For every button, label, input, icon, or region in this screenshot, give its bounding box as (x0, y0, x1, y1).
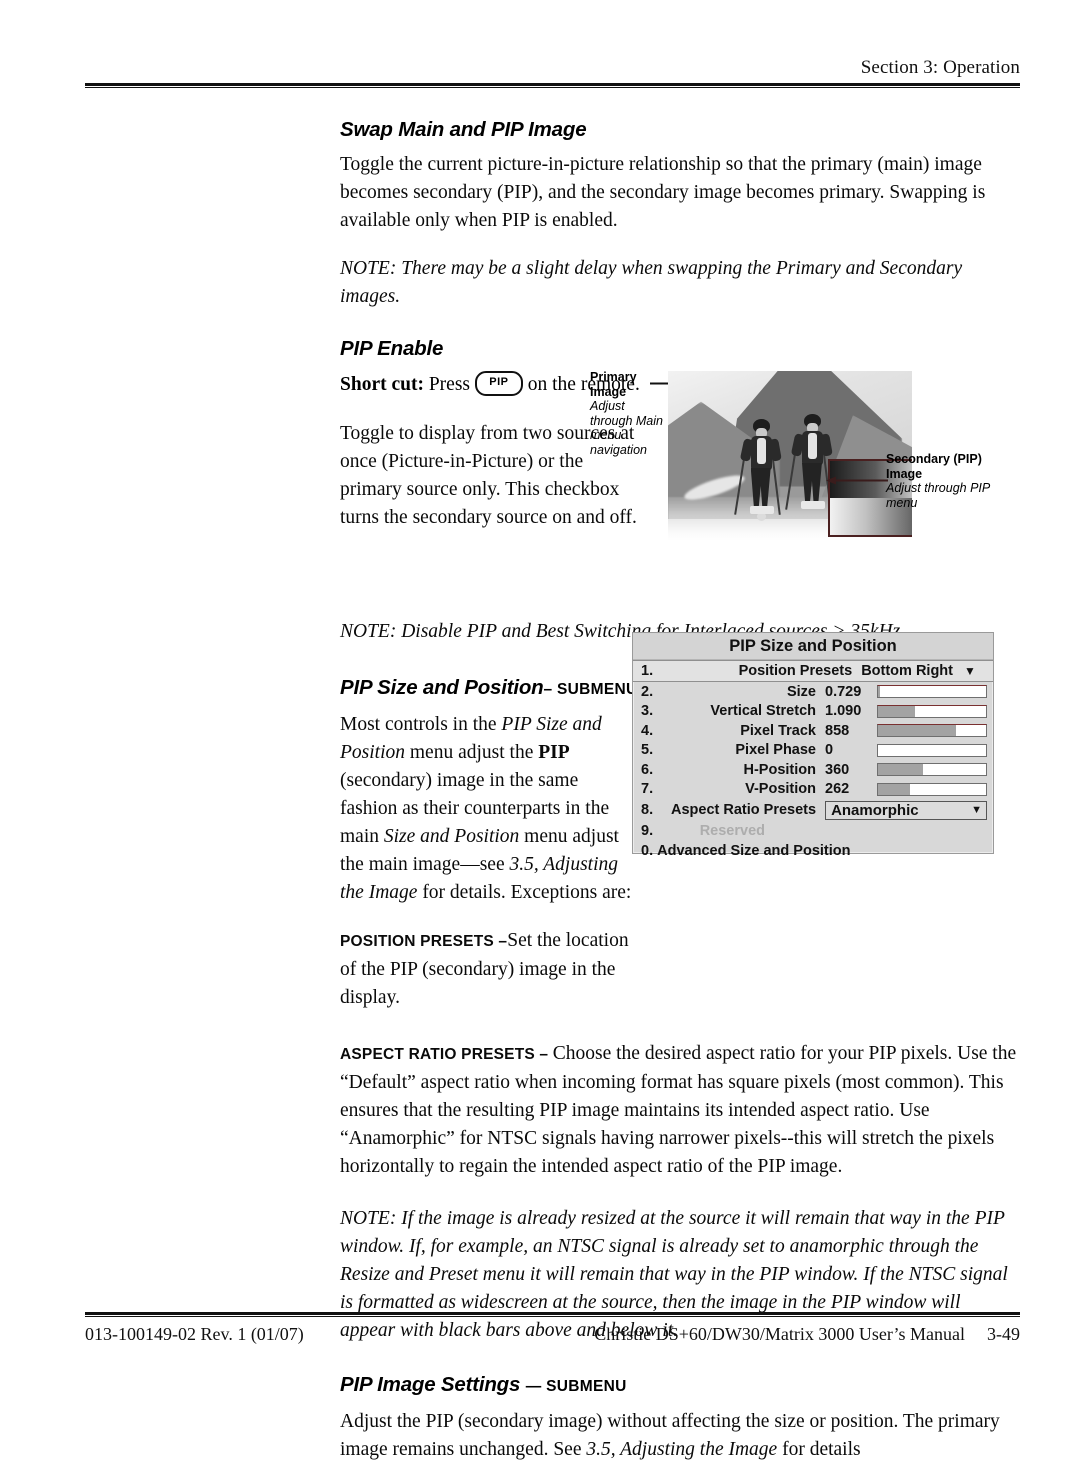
footer-divider (85, 1312, 1020, 1317)
osd-select-value: Anamorphic (831, 801, 919, 819)
pp1a: Most controls in the (340, 714, 502, 735)
figure-label-primary-sub: Adjust through Main menu navigation (590, 399, 663, 457)
arrow-left-icon (826, 476, 888, 485)
pis-b: 3.5, Adjusting the Image (586, 1439, 778, 1460)
osd-pip-size-and-position-menu[interactable]: PIP Size and Position 1. Position Preset… (632, 632, 994, 859)
chevron-down-icon[interactable]: ▼ (971, 804, 982, 816)
osd-row-number: 3. (641, 703, 654, 720)
pp1f: Size and Position (383, 826, 520, 847)
heading-pip-size-and-position-suffix: – SUBMENU (543, 681, 638, 698)
osd-row-label: Advanced Size and Position (657, 843, 851, 859)
paragraph-pip-image-settings: Adjust the PIP (secondary image) without… (340, 1408, 1020, 1464)
osd-row-number: 8. (641, 802, 654, 818)
osd-row-number: 6. (641, 761, 654, 778)
photo-skier-right (785, 413, 833, 510)
heading-swap-main-and-pip-image: Swap Main and PIP Image (340, 118, 587, 141)
heading-pip-image-settings-text: PIP Image Settings (340, 1373, 521, 1396)
document-page: Section 3: Operation Swap Main and PIP I… (0, 0, 1080, 1460)
osd-row-number: 9. (641, 822, 654, 839)
heading-pip-image-settings: PIP Image Settings — SUBMENU (340, 1373, 1020, 1399)
osd-row-vertical-stretch[interactable]: 3. Vertical Stretch 1.090 (633, 702, 993, 722)
pip-remote-key-icon[interactable]: PIP (474, 371, 523, 397)
paragraph-position-presets: POSITION PRESETS –Set the location of th… (340, 927, 632, 1012)
osd-slider-h-position[interactable] (877, 763, 987, 777)
osd-row-label: Vertical Stretch (710, 703, 816, 720)
pip-enable-block: Short cut: Press PIP on the remote. Togg… (340, 370, 1020, 588)
footer-row: 013-100149-02 Rev. 1 (01/07) Christie DS… (85, 1324, 1020, 1345)
osd-row-number: 7. (641, 781, 654, 798)
footer-manual-title: Christie DS+60/DW30/Matrix 3000 User’s M… (594, 1324, 965, 1344)
pp1c: menu adjust the (405, 742, 539, 763)
page-header: Section 3: Operation (85, 56, 1020, 88)
osd-row-label: Aspect Ratio Presets (671, 802, 817, 818)
figure-pip-illustration: Primary Image Adjust through Main menu n… (590, 364, 1020, 564)
osd-row-label: Size (786, 683, 816, 700)
pis-c: for details (777, 1439, 861, 1460)
photo-skier-left (733, 418, 782, 521)
osd-row-number: 0. (641, 843, 654, 859)
figure-label-secondary-sub: Adjust through PIP menu (886, 481, 990, 510)
osd-menu-title: PIP Size and Position (633, 633, 993, 660)
osd-row-size[interactable]: 2. Size 0.729 (633, 682, 993, 702)
osd-row-value: 262 (825, 781, 850, 798)
footer-document-id: 013-100149-02 Rev. 1 (01/07) (85, 1324, 304, 1344)
osd-row-value: 360 (825, 761, 850, 778)
osd-row-value[interactable]: Bottom Right (861, 663, 953, 679)
osd-slider-vertical-stretch[interactable] (877, 704, 987, 718)
osd-row-position-presets[interactable]: 1. Position Presets Bottom Right ▼ (633, 660, 993, 682)
osd-row-number: 2. (641, 683, 654, 700)
osd-row-value: 858 (825, 722, 850, 739)
osd-row-value: 0 (825, 742, 834, 759)
figure-primary-photo (668, 371, 912, 541)
osd-row-pixel-phase[interactable]: 5. Pixel Phase 0 (633, 741, 993, 761)
osd-row-label: H-Position (743, 761, 817, 778)
osd-slider-size[interactable] (877, 685, 987, 699)
figure-label-secondary: Secondary (PIP) Image Adjust through PIP… (886, 452, 996, 510)
osd-slider-v-position[interactable] (877, 782, 987, 796)
pp1i: for details. Exceptions are: (417, 882, 632, 903)
header-divider (85, 83, 1020, 88)
osd-row-h-position[interactable]: 6. H-Position 360 (633, 760, 993, 780)
osd-menu-rows: 1. Position Presets Bottom Right ▼ 2. Si… (633, 660, 993, 862)
osd-row-number: 5. (641, 742, 654, 759)
osd-row-value: 0.729 (825, 683, 862, 700)
osd-row-number: 1. (641, 663, 654, 679)
note-swap-delay: NOTE: There may be a slight delay when s… (340, 258, 963, 307)
osd-slider-pixel-track[interactable] (877, 724, 987, 738)
heading-pip-image-settings-suffix: — SUBMENU (525, 1378, 627, 1395)
osd-row-aspect-ratio-presets[interactable]: 8. Aspect Ratio Presets Anamorphic ▼ (633, 799, 993, 821)
paragraph-pip-size-intro: Most controls in the PIP Size and Positi… (340, 711, 632, 907)
osd-slider-pixel-phase[interactable] (877, 743, 987, 757)
osd-row-label: V-Position (745, 781, 816, 798)
shortcut-prefix: Short cut: (340, 374, 424, 395)
paragraph-swap-description: Toggle the current picture-in-picture re… (340, 154, 986, 231)
shortcut-press-word: Press (428, 374, 470, 395)
osd-row-v-position[interactable]: 7. V-Position 262 (633, 780, 993, 800)
osd-row-value: 1.090 (825, 703, 862, 720)
osd-row-reserved: 9. Reserved (633, 821, 993, 841)
osd-row-label: Position Presets (738, 663, 853, 679)
osd-row-advanced-size-and-position[interactable]: 0. Advanced Size and Position (633, 841, 993, 862)
osd-row-number: 4. (641, 722, 654, 739)
footer-page-number: 3-49 (987, 1324, 1020, 1344)
osd-row-label: Reserved (699, 822, 765, 839)
header-section-label: Section 3: Operation (860, 57, 1020, 78)
heading-pip-size-and-position-text: PIP Size and Position (340, 676, 544, 699)
osd-row-pixel-track[interactable]: 4. Pixel Track 858 (633, 721, 993, 741)
aspect-ratio-body: Choose the desired aspect ratio for your… (340, 1043, 1017, 1177)
osd-select-aspect-ratio[interactable]: Anamorphic ▼ (825, 800, 988, 820)
osd-row-label: Pixel Track (740, 722, 816, 739)
page-footer: 013-100149-02 Rev. 1 (01/07) Christie DS… (85, 1312, 1020, 1345)
paragraph-aspect-ratio-presets: ASPECT RATIO PRESETS – Choose the desire… (340, 1040, 1020, 1181)
aspect-ratio-lead: ASPECT RATIO PRESETS – (340, 1046, 553, 1063)
position-presets-lead: POSITION PRESETS – (340, 933, 508, 950)
osd-row-label: Pixel Phase (735, 742, 816, 759)
figure-label-secondary-title: Secondary (PIP) Image (886, 452, 982, 481)
heading-pip-enable: PIP Enable (340, 337, 444, 360)
pp1d: PIP (538, 742, 570, 763)
chevron-down-icon[interactable]: ▼ (953, 664, 987, 678)
